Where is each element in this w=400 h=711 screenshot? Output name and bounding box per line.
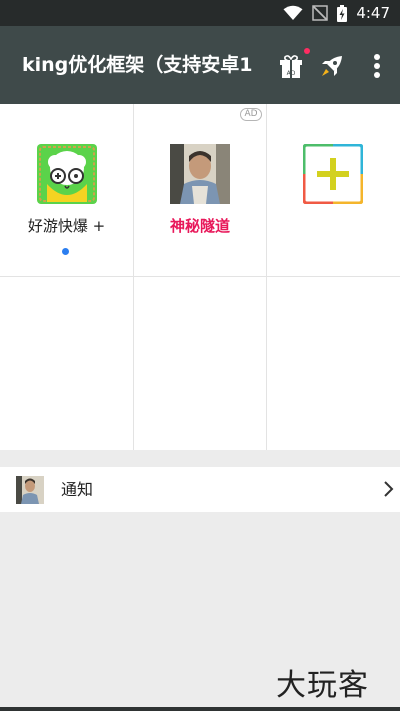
empty-app-cell	[267, 277, 400, 450]
watermark-logo: 大玩客	[276, 668, 369, 703]
notification-dot	[304, 48, 310, 54]
rocket-icon	[322, 56, 342, 76]
page-title: king优化框架（支持安卓1	[22, 54, 253, 76]
add-app-icon	[303, 144, 363, 204]
more-vert-icon	[374, 54, 380, 78]
notification-label: 通知	[61, 480, 94, 499]
gift-icon: AD	[280, 55, 302, 78]
more-options-button[interactable]	[367, 51, 387, 81]
app-cell-mystery-tunnel[interactable]: AD 神秘隧道	[134, 104, 267, 277]
app-cell-haoyou[interactable]: 好游快爆 +	[0, 104, 134, 277]
app-toolbar: king优化框架（支持安卓1 AD	[0, 26, 400, 104]
ad-badge: AD	[240, 108, 262, 121]
wifi-icon	[283, 5, 303, 20]
status-bar: 4:47	[0, 0, 400, 26]
battery-charging-icon	[337, 4, 348, 22]
rocket-button[interactable]	[318, 52, 346, 80]
portrait-thumbnail	[16, 476, 44, 504]
app-grid: 好游快爆 + AD 神秘隧道	[0, 104, 400, 450]
haoyou-app-icon	[37, 144, 97, 204]
app-label-mystery-tunnel: 神秘隧道	[169, 217, 230, 235]
add-app-cell[interactable]	[267, 104, 400, 277]
notification-row[interactable]: 通知	[0, 467, 400, 512]
portrait-thumbnail	[170, 144, 230, 204]
chevron-right-icon	[384, 481, 394, 497]
empty-app-cell	[0, 277, 134, 450]
empty-app-cell	[134, 277, 267, 450]
bottom-edge	[0, 707, 400, 711]
gift-badge-text: AD	[287, 70, 296, 77]
status-time: 4:47	[356, 4, 390, 22]
app-label-haoyou: 好游快爆 +	[27, 217, 106, 235]
gift-button[interactable]: AD	[278, 48, 310, 79]
no-signal-icon	[312, 5, 329, 21]
new-indicator-dot	[62, 248, 69, 255]
